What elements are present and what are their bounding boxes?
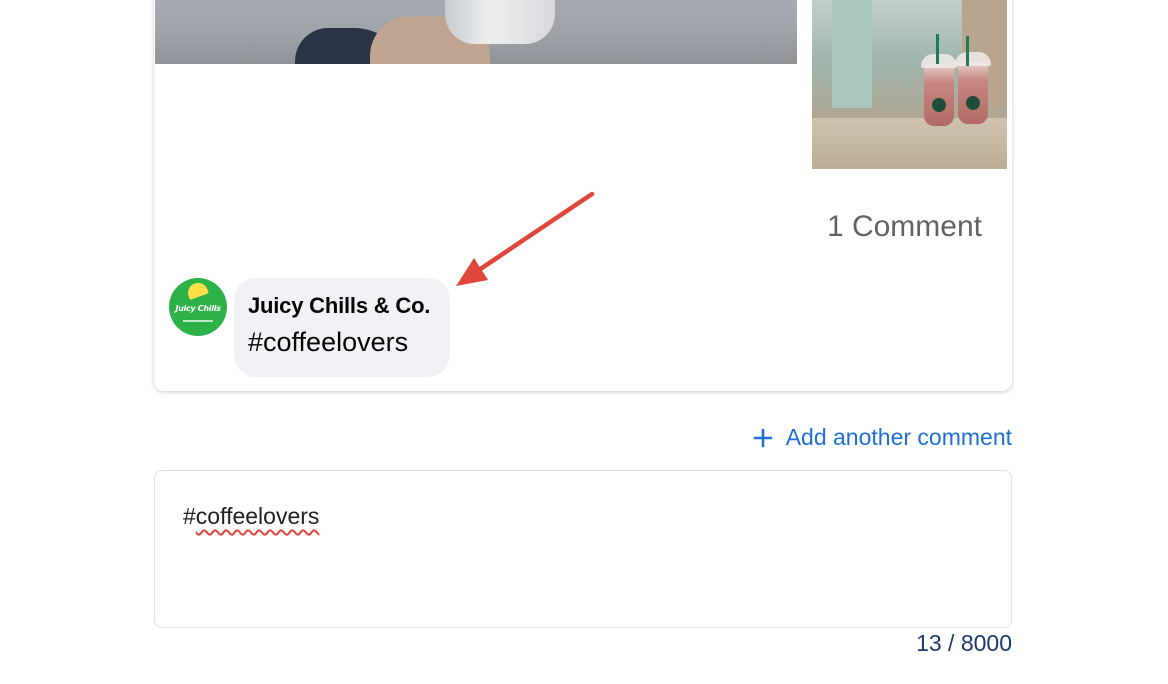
comment-bubble: Juicy Chills & Co. #coffeelovers — [234, 278, 450, 377]
lemon-icon — [185, 280, 209, 300]
image-cup-logo — [966, 96, 980, 110]
comment-text: #coffeelovers — [248, 327, 409, 357]
image-cup — [445, 0, 555, 44]
input-hash: # — [183, 503, 196, 529]
avatar-label: Juicy Chills — [175, 304, 221, 313]
comment-input-value[interactable]: #coffeelovers — [183, 503, 983, 530]
image-ledge — [812, 118, 1007, 169]
image-cup-logo — [932, 98, 946, 112]
comment-author[interactable]: Juicy Chills & Co. — [248, 293, 436, 319]
comment-input[interactable]: #coffeelovers — [154, 470, 1012, 628]
comment-count[interactable]: 1 Comment — [827, 210, 982, 244]
image-drink — [921, 54, 957, 126]
image-straw — [966, 36, 969, 66]
input-word: coffeelovers — [195, 503, 320, 529]
plus-icon — [753, 428, 773, 447]
image-straw — [936, 34, 939, 64]
character-counter: 13 / 8000 — [916, 630, 1012, 656]
add-another-comment-button[interactable]: Add another comment — [752, 424, 1012, 451]
add-another-comment-label: Add another comment — [785, 424, 1012, 450]
post-image-main[interactable] — [155, 0, 797, 64]
arrow-icon — [456, 191, 595, 286]
image-building — [832, 0, 872, 108]
post-image-side[interactable] — [812, 0, 1007, 169]
image-drink — [955, 52, 991, 124]
avatar[interactable]: Juicy Chills — [169, 278, 227, 336]
avatar-underline — [183, 320, 213, 322]
